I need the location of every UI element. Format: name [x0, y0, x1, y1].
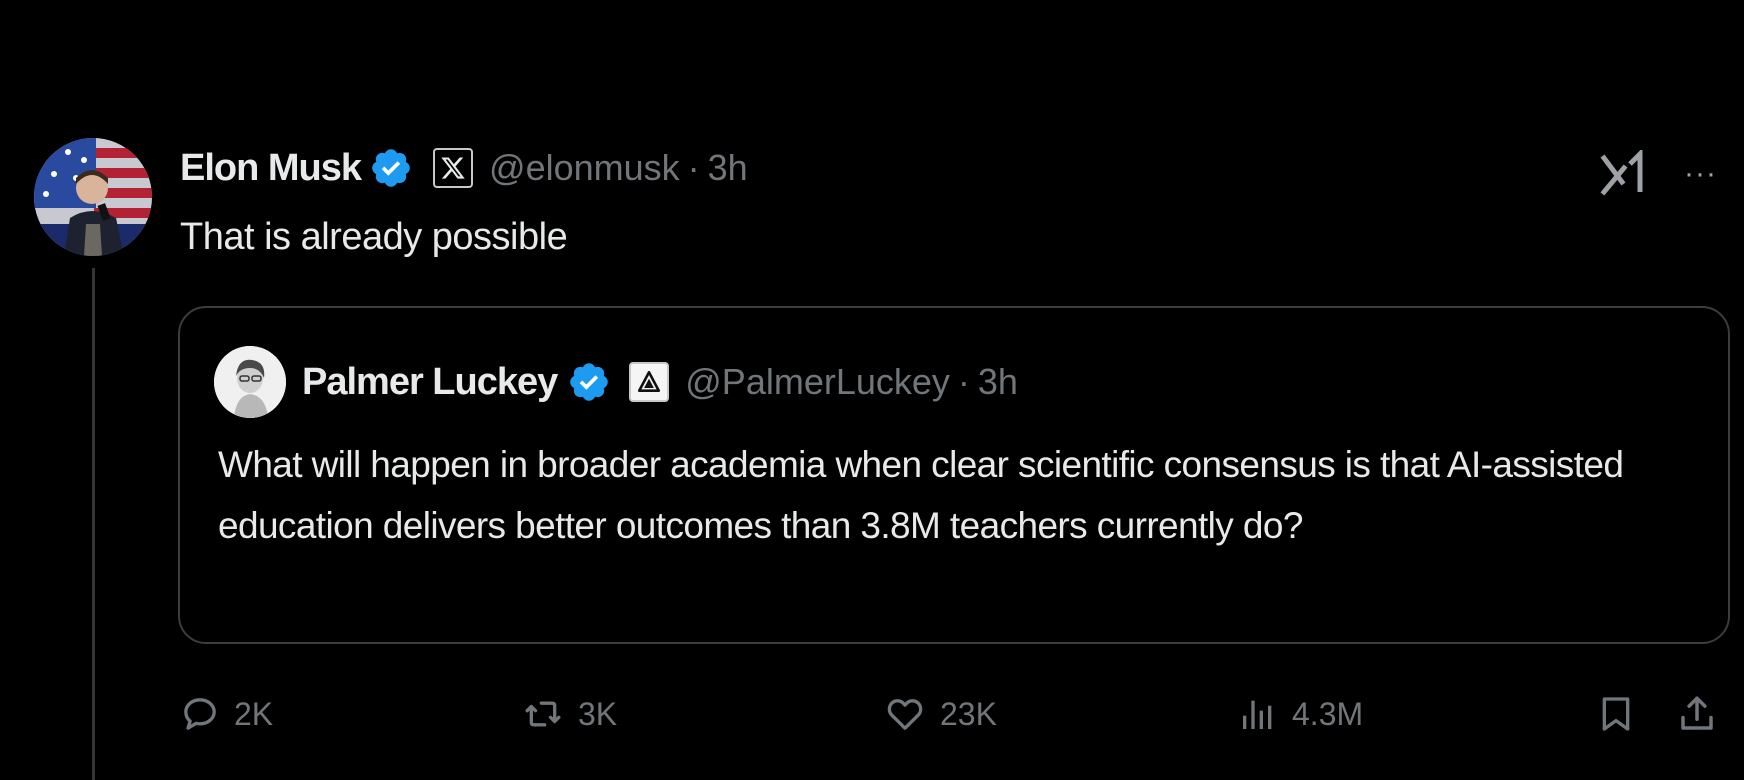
reply-icon — [184, 698, 216, 730]
avatar-image — [34, 138, 152, 256]
x-logo-badge-icon[interactable] — [433, 148, 474, 188]
quoted-author-name[interactable]: Palmer Luckey — [302, 361, 558, 404]
quoted-post-time[interactable]: 3h — [978, 361, 1018, 402]
grok-icon[interactable] — [1600, 150, 1652, 198]
share-button[interactable] — [1676, 686, 1718, 742]
quoted-post-text: What will happen in broader academia whe… — [218, 444, 1624, 546]
post-header: Elon Musk @elonmusk · 3h — [180, 140, 748, 196]
quoted-post-header: Palmer Luckey @PalmerLuckey · 3h — [302, 352, 1018, 412]
repost-count: 3K — [578, 695, 618, 732]
like-button[interactable]: 23K — [884, 686, 997, 742]
quoted-author-avatar[interactable] — [214, 346, 286, 418]
anduril-logo-badge-icon[interactable] — [629, 362, 670, 402]
verified-badge-icon[interactable] — [369, 146, 413, 190]
author-name[interactable]: Elon Musk — [180, 147, 362, 190]
quoted-separator-dot: · — [957, 361, 970, 402]
bookmark-button[interactable] — [1596, 686, 1636, 742]
more-options-icon[interactable]: ··· — [1684, 159, 1717, 189]
heart-icon — [887, 699, 923, 730]
repost-icon — [525, 701, 561, 727]
quoted-avatar-image — [214, 346, 286, 418]
separator-dot: · — [687, 147, 700, 188]
quoted-post[interactable]: Palmer Luckey @PalmerLuckey · 3h What will… — [178, 306, 1730, 644]
like-count: 23K — [940, 695, 997, 732]
post: Elon Musk @elonmusk · 3h That is already p… — [0, 0, 1744, 780]
analytics-bars-icon — [1243, 700, 1272, 729]
bookmark-icon — [1602, 697, 1630, 731]
repost-button[interactable]: 3K — [522, 686, 617, 742]
quoted-handle-meta: @PalmerLuckey · 3h — [685, 361, 1018, 403]
reply-count: 2K — [234, 695, 274, 732]
post-time[interactable]: 3h — [708, 147, 748, 188]
author-handle-meta: @elonmusk · 3h — [489, 147, 748, 189]
quoted-author-handle[interactable]: @PalmerLuckey — [685, 361, 950, 402]
post-text: That is already possible — [180, 216, 568, 258]
views-button[interactable]: 4.3M — [1238, 686, 1363, 742]
author-handle[interactable]: @elonmusk — [489, 147, 680, 188]
action-bar: 2K 3K 23K 4.3M — [0, 686, 1744, 742]
quoted-verified-badge-icon[interactable] — [567, 360, 611, 404]
reply-button[interactable]: 2K — [180, 686, 273, 742]
author-avatar[interactable] — [34, 138, 152, 256]
views-count: 4.3M — [1292, 695, 1364, 732]
share-icon — [1681, 696, 1713, 730]
